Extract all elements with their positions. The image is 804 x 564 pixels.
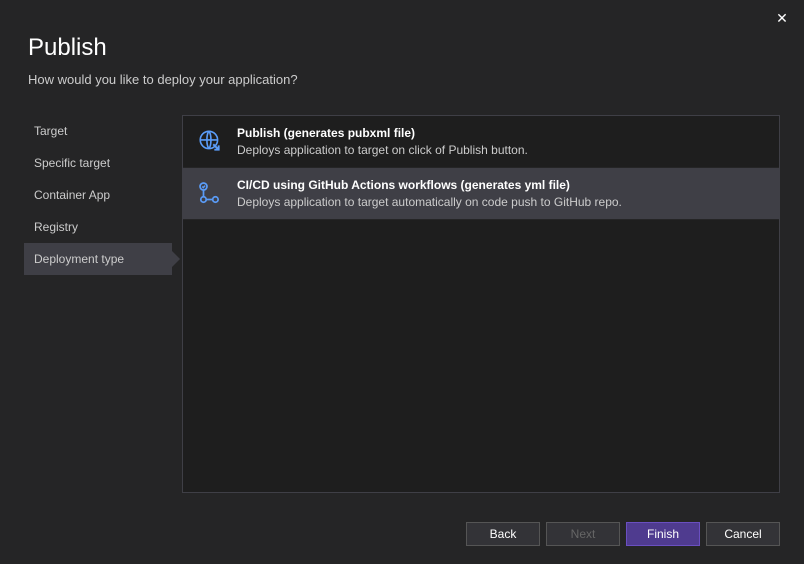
wizard-steps-sidebar: Target Specific target Container App Reg… — [24, 115, 172, 493]
option-text: Publish (generates pubxml file) Deploys … — [237, 126, 765, 157]
option-cicd-github-actions[interactable]: CI/CD using GitHub Actions workflows (ge… — [183, 168, 779, 220]
option-publish-pubxml[interactable]: Publish (generates pubxml file) Deploys … — [183, 116, 779, 168]
sidebar-item-deployment-type[interactable]: Deployment type — [24, 243, 172, 275]
option-title: CI/CD using GitHub Actions workflows (ge… — [237, 178, 765, 192]
close-icon[interactable]: ✕ — [772, 8, 792, 28]
globe-publish-icon — [197, 128, 223, 154]
sidebar-item-label: Target — [34, 124, 67, 138]
dialog-header: Publish How would you like to deploy you… — [0, 0, 804, 99]
options-panel: Publish (generates pubxml file) Deploys … — [182, 115, 780, 493]
sidebar-item-container-app[interactable]: Container App — [24, 179, 172, 211]
dialog-footer: Back Next Finish Cancel — [466, 522, 780, 546]
next-button: Next — [546, 522, 620, 546]
back-button[interactable]: Back — [466, 522, 540, 546]
finish-button[interactable]: Finish — [626, 522, 700, 546]
sidebar-item-registry[interactable]: Registry — [24, 211, 172, 243]
sidebar-item-specific-target[interactable]: Specific target — [24, 147, 172, 179]
option-desc: Deploys application to target automatica… — [237, 195, 765, 209]
sidebar-item-label: Container App — [34, 188, 110, 202]
sidebar-item-label: Specific target — [34, 156, 110, 170]
option-title: Publish (generates pubxml file) — [237, 126, 765, 140]
sidebar-item-label: Registry — [34, 220, 78, 234]
option-desc: Deploys application to target on click o… — [237, 143, 765, 157]
sidebar-item-target[interactable]: Target — [24, 115, 172, 147]
page-title: Publish — [28, 34, 776, 62]
option-text: CI/CD using GitHub Actions workflows (ge… — [237, 178, 765, 209]
sidebar-item-label: Deployment type — [34, 252, 124, 266]
cancel-button[interactable]: Cancel — [706, 522, 780, 546]
workflow-icon — [197, 180, 223, 206]
page-subtitle: How would you like to deploy your applic… — [28, 72, 776, 87]
